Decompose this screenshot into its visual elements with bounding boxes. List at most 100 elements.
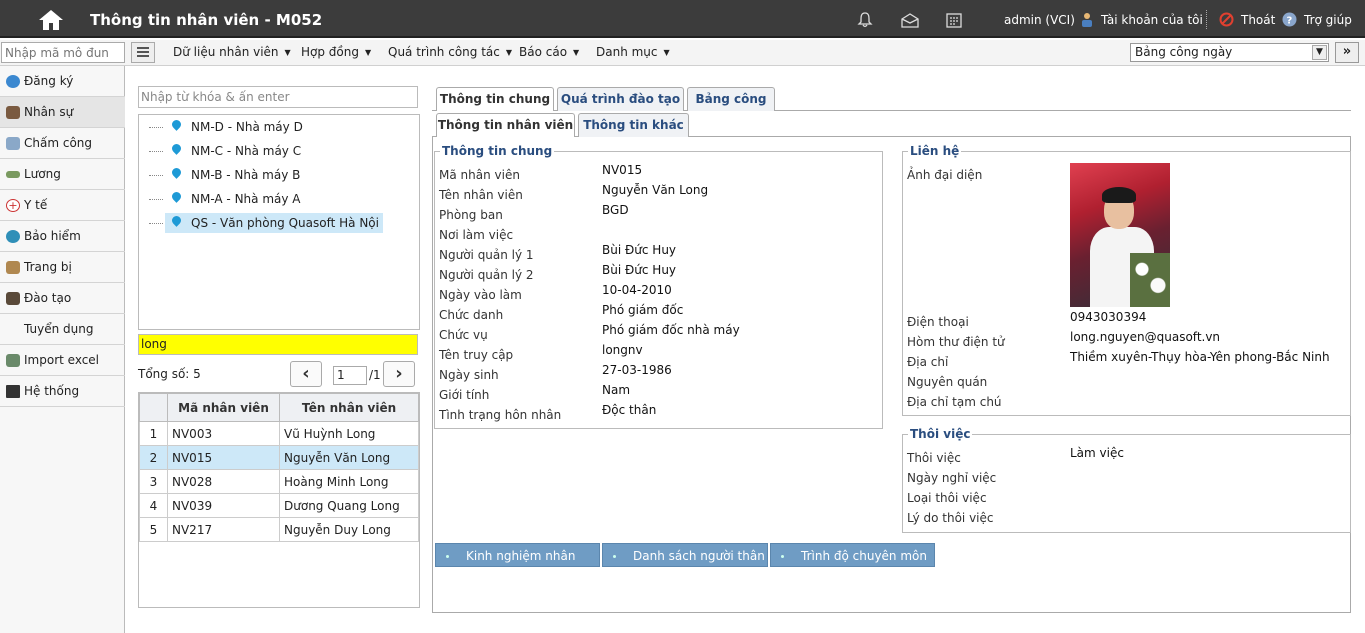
sidebar-item-system[interactable]: Hệ thống [0, 376, 125, 407]
menu-contracts[interactable]: Hợp đồng ▼ [301, 45, 371, 59]
row-index: 1 [139, 421, 168, 446]
employee-name: Dương Quang Long [279, 493, 419, 518]
sidebar-item-training[interactable]: Đào tạo [0, 283, 125, 314]
sidebar-item-personnel[interactable]: Nhân sự [0, 97, 125, 128]
workplace-label: Nơi làm việc [439, 228, 514, 242]
tree-search-input[interactable]: Nhập từ khóa & ấn enter [138, 86, 418, 108]
tree-node-nm-c[interactable]: NM-C - Nhà máy C [139, 141, 419, 161]
sidebar-item-recruitment[interactable]: Tuyển dụng [0, 314, 125, 345]
menu-grid-button[interactable] [131, 42, 155, 63]
double-chevron-right-icon: » [1342, 44, 1352, 59]
sidebar-item-health[interactable]: + Y tế [0, 190, 125, 221]
sidebar-item-label: Bảo hiểm [24, 229, 81, 243]
avatar-flowers [1130, 253, 1170, 307]
employee-name: Vũ Huỳnh Long [279, 421, 419, 446]
employee-name: Nguyễn Văn Long [279, 445, 419, 470]
tab-other-info[interactable]: Thông tin khác [578, 113, 689, 137]
employee-name: Nguyễn Duy Long [279, 517, 419, 542]
chevron-left-icon: ‹ [302, 363, 310, 384]
prev-page-button[interactable]: ‹ [290, 361, 322, 387]
group-title: Thôi việc [910, 427, 971, 441]
module-code-input[interactable] [1, 42, 125, 63]
menu-catalog[interactable]: Danh mục ▼ [596, 45, 670, 59]
manager-2-label: Người quản lý 2 [439, 268, 534, 282]
caret-down-icon: ▼ [364, 48, 372, 57]
table-row[interactable]: 2 NV015 Nguyễn Văn Long [139, 445, 419, 470]
report-select[interactable]: Bảng công ngày ▼ [1130, 43, 1329, 62]
tab-employee-info[interactable]: Thông tin nhân viên [436, 113, 575, 137]
relatives-list-button[interactable]: Danh sách người thân [602, 543, 768, 567]
sidebar-item-timekeeping[interactable]: Chấm công [0, 128, 125, 159]
button-label: Trình độ chuyên môn [801, 549, 927, 563]
logout-link[interactable]: Thoát [1241, 13, 1275, 27]
row-index: 3 [139, 469, 168, 494]
manager-1-value: Bùi Đức Huy [602, 243, 677, 257]
menu-employee-data[interactable]: Dữ liệu nhân viên ▼ [173, 45, 291, 59]
go-button[interactable]: » [1335, 42, 1359, 63]
excel-icon [6, 354, 20, 367]
help-link[interactable]: Trợ giúp [1304, 13, 1352, 27]
menu-label: Quá trình công tác [388, 45, 500, 59]
username-label: Tên truy cập [439, 348, 514, 362]
temporary-address-label: Địa chỉ tạm chú [907, 395, 1002, 409]
address-label: Địa chỉ [907, 355, 949, 369]
page-total: /1 [369, 368, 381, 382]
location-pin-icon [170, 190, 183, 203]
chevron-down-icon: ▼ [1312, 45, 1327, 60]
tree-node-label: NM-C - Nhà máy C [191, 144, 302, 158]
table-row[interactable]: 5 NV217 Nguyễn Duy Long [139, 517, 419, 542]
work-experience-button[interactable]: Kinh nghiệm nhân viên [435, 543, 600, 587]
tree-connector [149, 175, 163, 176]
tab-training-history[interactable]: Quá trình đào tạo [557, 87, 684, 111]
my-account-link[interactable]: Tài khoản của tôi [1101, 13, 1203, 27]
email-label: Hòm thư điện tử [907, 335, 1005, 349]
gender-label: Giới tính [439, 388, 490, 402]
chevron-right-icon: › [395, 363, 403, 384]
sidebar-item-label: Chấm công [24, 136, 93, 150]
people-icon [6, 106, 20, 119]
start-date-value: 10-04-2010 [602, 283, 672, 297]
tab-general-info[interactable]: Thông tin chung [436, 87, 554, 111]
tree-node-nm-b[interactable]: NM-B - Nhà máy B [139, 165, 419, 185]
sidebar-item-insurance[interactable]: Bảo hiểm [0, 221, 125, 252]
employee-filter-input[interactable]: long [138, 334, 418, 355]
column-header-name[interactable]: Tên nhân viên [279, 393, 419, 422]
menu-work-history[interactable]: Quá trình công tác ▼ [388, 45, 512, 59]
sidebar-item-label: Đào tạo [24, 291, 72, 305]
table-row[interactable]: 4 NV039 Dương Quang Long [139, 493, 419, 518]
phone-label: Điện thoại [907, 315, 969, 329]
page-input[interactable]: 1 [333, 366, 367, 385]
resignation-status-value: Làm việc [1070, 446, 1124, 460]
sidebar-item-import-excel[interactable]: Import excel [0, 345, 125, 376]
employee-name-value: Nguyễn Văn Long [602, 183, 709, 197]
inbox-icon[interactable] [901, 12, 919, 28]
tree-node-qs[interactable]: QS - Văn phòng Quasoft Hà Nội [139, 213, 419, 233]
menu-reports[interactable]: Báo cáo ▼ [519, 45, 579, 59]
table-header-row: Mã nhân viên Tên nhân viên [139, 393, 419, 422]
qualification-button[interactable]: Trình độ chuyên môn [770, 543, 935, 567]
column-header-code[interactable]: Mã nhân viên [167, 393, 280, 422]
home-icon[interactable] [38, 9, 64, 31]
logout-icon[interactable] [1219, 12, 1234, 27]
table-row[interactable]: 1 NV003 Vũ Huỳnh Long [139, 421, 419, 446]
tree-connector [149, 151, 163, 152]
calendar-icon[interactable] [946, 12, 964, 28]
menu-label: Dữ liệu nhân viên [173, 45, 279, 59]
table-row[interactable]: 3 NV028 Hoàng Minh Long [139, 469, 419, 494]
sidebar-item-register[interactable]: Đăng ký [0, 66, 125, 97]
bell-icon[interactable] [857, 12, 875, 28]
caret-down-icon: ▼ [284, 48, 291, 57]
tree-node-nm-d[interactable]: NM-D - Nhà máy D [139, 117, 419, 137]
employee-code: NV028 [167, 469, 280, 494]
sidebar-item-salary[interactable]: Lương [0, 159, 125, 190]
row-index: 4 [139, 493, 168, 518]
sidebar-item-equipment[interactable]: Trang bị [0, 252, 125, 283]
employee-code: NV003 [167, 421, 280, 446]
graduate-icon [6, 292, 20, 305]
next-page-button[interactable]: › [383, 361, 415, 387]
total-count: Tổng số: 5 [138, 367, 201, 381]
help-icon[interactable]: ? [1282, 12, 1297, 27]
tree-node-label: NM-A - Nhà máy A [191, 192, 301, 206]
tree-node-nm-a[interactable]: NM-A - Nhà máy A [139, 189, 419, 209]
tab-timesheet[interactable]: Bảng công [687, 87, 775, 111]
